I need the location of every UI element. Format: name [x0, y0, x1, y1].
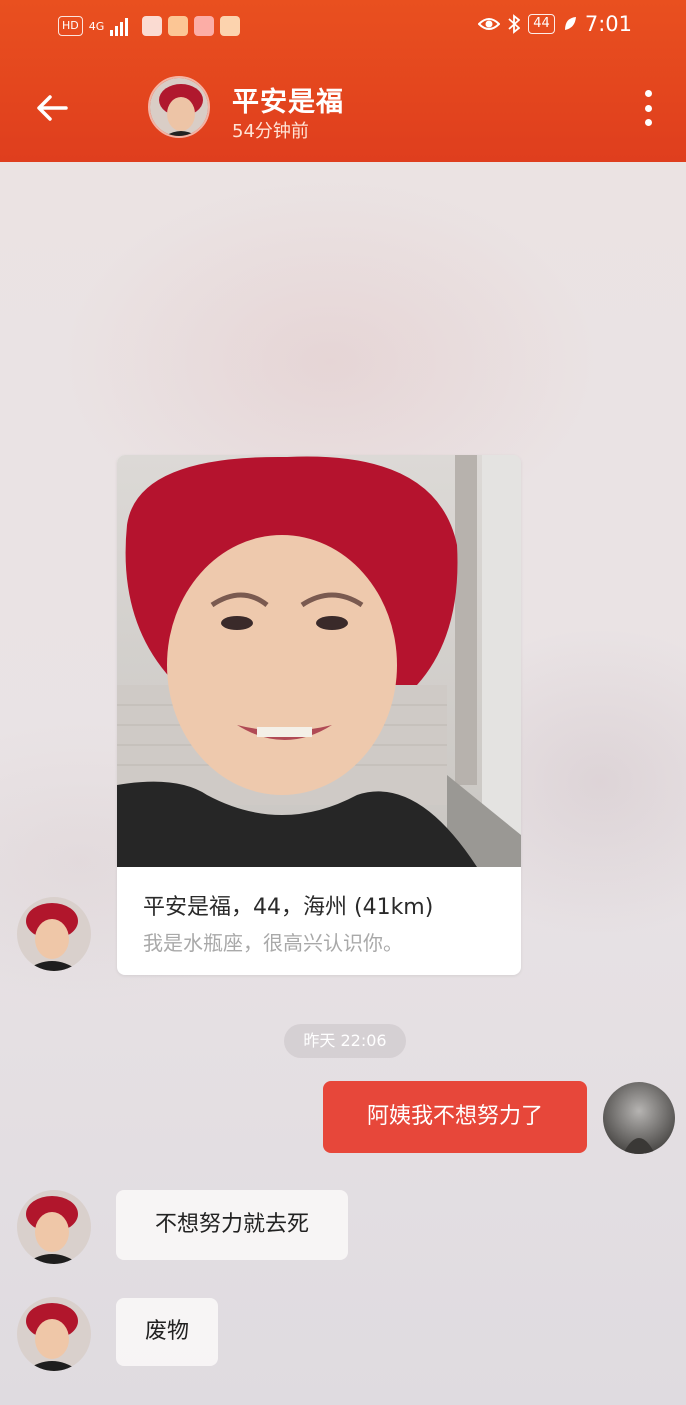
contact-avatar[interactable]: [17, 1190, 91, 1264]
notification-app-icon: [194, 16, 215, 36]
eye-icon: [478, 18, 501, 30]
status-bar: HD 4G 44 7:01: [0, 0, 686, 56]
contact-avatar[interactable]: [17, 1297, 91, 1371]
profile-card[interactable]: 平安是福，44，海州 (41km) 我是水瓶座，很高兴认识你。: [117, 455, 521, 975]
profile-photo[interactable]: [117, 455, 521, 867]
status-right: 44 7:01: [478, 12, 632, 36]
profile-summary: 平安是福，44，海州 (41km): [143, 895, 434, 920]
message-timestamp: 昨天 22:06: [284, 1024, 406, 1058]
clock: 7:01: [584, 12, 632, 36]
incoming-message-bubble[interactable]: 不想努力就去死: [116, 1190, 348, 1260]
last-seen-status: 54分钟前: [232, 121, 309, 142]
status-left: HD 4G: [58, 16, 241, 36]
contact-avatar[interactable]: [17, 897, 91, 971]
contact-avatar[interactable]: [148, 76, 210, 138]
outgoing-message-bubble[interactable]: 阿姨我不想努力了: [323, 1081, 587, 1153]
battery-level: 44: [528, 14, 555, 34]
bluetooth-icon: [508, 14, 521, 34]
more-vertical-icon: [644, 90, 652, 126]
incoming-message-bubble[interactable]: 废物: [116, 1298, 218, 1366]
notification-app-icon: [220, 16, 241, 36]
chat-title: 平安是福: [232, 87, 344, 118]
app-header: HD 4G 44 7:01 平安是福 54分钟前: [0, 0, 686, 162]
profile-intro: 我是水瓶座，很高兴认识你。: [143, 931, 403, 955]
back-button[interactable]: [30, 88, 74, 128]
my-avatar[interactable]: [603, 1082, 675, 1154]
network-type-label: 4G: [88, 19, 105, 33]
leaf-icon: [564, 17, 576, 30]
back-arrow-icon: [37, 95, 68, 121]
signal-icon: [110, 16, 129, 36]
notification-app-icon: [168, 16, 189, 36]
more-options-button[interactable]: [638, 90, 658, 126]
notification-app-icon: [142, 16, 163, 36]
hd-badge: HD: [58, 16, 83, 36]
